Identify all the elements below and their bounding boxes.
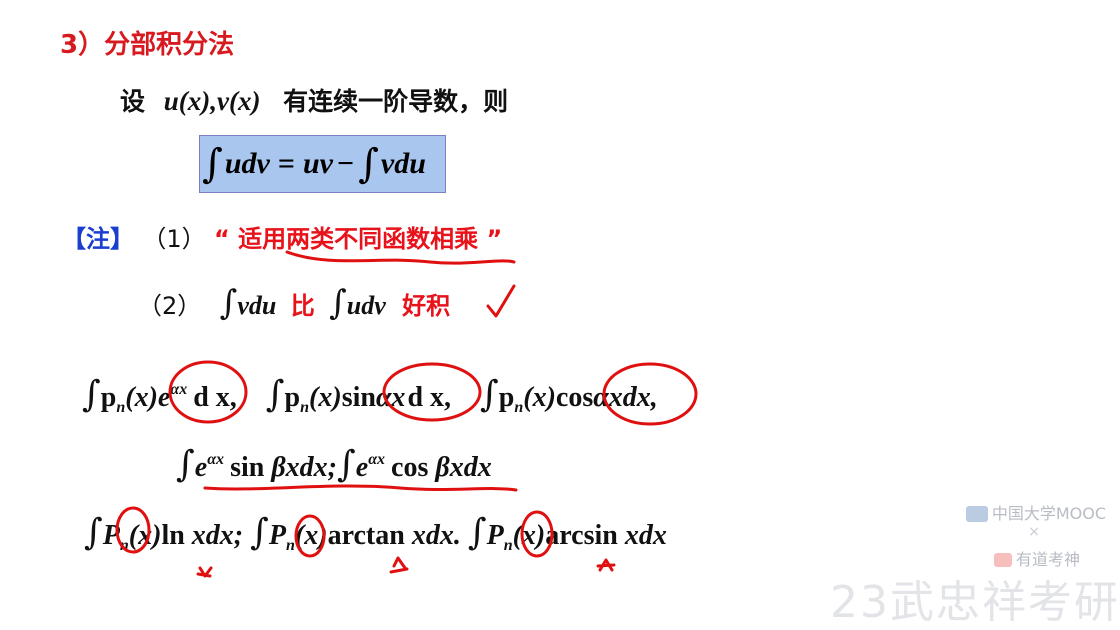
poly-p: P bbox=[102, 520, 120, 551]
poly-subscript: n bbox=[503, 537, 513, 554]
example-ln: ∫Pn(x)ln xdx; bbox=[84, 512, 250, 554]
example-row-3: ∫Pn(x)ln xdx; ∫Pn(x)arctan xdx. ∫Pn(x)ar… bbox=[84, 512, 667, 555]
differential: d x, bbox=[193, 382, 237, 413]
integral-sign: ∫ bbox=[219, 283, 238, 323]
example-row-1: ∫pn(x)eαx d x, ∫pn(x)sinαxd x, ∫pn(x)cosα… bbox=[82, 374, 658, 417]
differential: xdx bbox=[624, 520, 667, 551]
poly-subscript: n bbox=[119, 537, 129, 554]
intro-functions: u(x),v(x) bbox=[163, 86, 261, 116]
note-tag: 【注】 bbox=[62, 225, 134, 253]
example-arctan: ∫Pn(x)arctan xdx. bbox=[250, 512, 468, 554]
note-item-2-number: （2） bbox=[138, 292, 202, 320]
log-function: ln bbox=[161, 520, 185, 551]
integral-sign: ∫ bbox=[176, 444, 195, 485]
poly-p: P bbox=[486, 520, 504, 551]
note-item-2-udv: udv bbox=[346, 291, 386, 320]
tick-stroke bbox=[196, 566, 213, 578]
differential: xdx. bbox=[411, 520, 461, 551]
trig-function: sin bbox=[341, 382, 376, 413]
tick-stroke bbox=[389, 556, 409, 574]
poly-subscript: n bbox=[514, 399, 524, 416]
watermark-mooc: 中国大学MOOC bbox=[965, 500, 1106, 524]
integral-sign: ∫ bbox=[480, 374, 499, 415]
note-item-2-haoji: 好积 bbox=[402, 292, 451, 320]
poly-argument: (x) bbox=[309, 382, 342, 413]
checkmark-stroke bbox=[486, 284, 516, 318]
poly-p: p bbox=[100, 382, 117, 413]
note-item-1-text: 适用两类不同函数相乘 bbox=[238, 225, 479, 253]
inverse-trig-function: arcsin bbox=[545, 520, 618, 551]
integral-sign: ∫ bbox=[82, 374, 101, 415]
trig-function: cos bbox=[555, 382, 594, 413]
exp-power: αx bbox=[368, 451, 386, 468]
formula-minus: − bbox=[336, 147, 355, 180]
poly-argument: (x) bbox=[294, 520, 328, 551]
trig-function: sin bbox=[230, 452, 265, 483]
trig-argument: αx bbox=[375, 382, 406, 413]
youdao-logo-icon bbox=[993, 553, 1012, 567]
poly-subscript: n bbox=[300, 399, 310, 416]
integral-sign: ∫ bbox=[358, 141, 379, 187]
integration-by-parts-formula: ∫ udv = uv − ∫ vdu bbox=[199, 135, 446, 193]
integral-sign: ∫ bbox=[250, 512, 269, 553]
poly-p: p bbox=[284, 382, 301, 413]
trig-argument: αx bbox=[593, 382, 623, 413]
mooc-logo-icon bbox=[965, 506, 988, 522]
example-row-2: ∫eαx sin βxdx;∫eαx cos βxdx bbox=[176, 444, 492, 485]
intro-line: 设 u(x),v(x) 有连续一阶导数，则 bbox=[120, 82, 508, 118]
integral-sign: ∫ bbox=[265, 374, 285, 415]
watermark-times: × bbox=[1028, 524, 1040, 540]
underline-stroke bbox=[203, 484, 518, 492]
poly-subscript: n bbox=[116, 399, 126, 416]
formula-lhs: udv bbox=[224, 147, 270, 180]
example-3: ∫pn(x)cosαxdx, bbox=[480, 374, 658, 416]
watermark-course-text: 23武忠祥考研 bbox=[830, 577, 1120, 628]
example-arcsin: ∫Pn(x)arcsin xdx bbox=[468, 512, 667, 554]
differential: xdx; bbox=[191, 520, 244, 551]
exp-base: e bbox=[194, 452, 208, 483]
poly-argument: (x) bbox=[128, 520, 162, 551]
integral-sign: ∫ bbox=[84, 512, 103, 553]
integral-sign: ∫ bbox=[329, 283, 347, 323]
poly-argument: (x) bbox=[523, 382, 556, 413]
formula-uv: uv bbox=[302, 147, 333, 180]
inverse-trig-function: arctan bbox=[327, 520, 405, 551]
poly-argument: (x) bbox=[125, 382, 158, 413]
integral-sign: ∫ bbox=[467, 512, 487, 553]
note-item-1-open-quote: “ bbox=[214, 225, 230, 253]
note-item-2-vdu: vdu bbox=[237, 291, 277, 320]
trig-function: cos bbox=[391, 452, 429, 483]
differential: d x, bbox=[407, 382, 452, 413]
example-2: ∫pn(x)sinαxd x, bbox=[266, 374, 458, 416]
note-item-1: 【注】 （1） “ 适用两类不同函数相乘 ” bbox=[62, 219, 502, 254]
note-item-2: （2） ∫vdu 比 ∫udv 好积 bbox=[138, 283, 450, 323]
trig-argument: βxdx bbox=[435, 452, 492, 483]
exp-base: e bbox=[355, 452, 369, 483]
formula-equals: = bbox=[277, 147, 295, 180]
exp-power: αx bbox=[170, 381, 188, 398]
integral-sign: ∫ bbox=[336, 444, 356, 485]
trig-argument: βxdx; bbox=[271, 452, 337, 483]
poly-argument: (x) bbox=[512, 520, 546, 551]
poly-subscript: n bbox=[286, 537, 295, 554]
differential: dx, bbox=[622, 382, 658, 413]
example-1: ∫pn(x)eαx d x, bbox=[82, 374, 244, 416]
watermark-mooc-text: 中国大学MOOC bbox=[991, 504, 1106, 523]
section-title: 3）分部积分法 bbox=[60, 30, 235, 60]
formula-rhs: vdu bbox=[380, 147, 426, 180]
intro-prefix: 设 bbox=[120, 87, 146, 116]
exp-base: e bbox=[157, 382, 171, 413]
integral-sign: ∫ bbox=[202, 141, 223, 187]
note-item-1-close-quote: ” bbox=[486, 225, 503, 253]
poly-p: P bbox=[268, 520, 286, 551]
exp-power: αx bbox=[207, 451, 225, 468]
intro-suffix: 有连续一阶导数，则 bbox=[283, 87, 509, 116]
poly-p: p bbox=[498, 382, 515, 413]
tick-stroke bbox=[596, 558, 616, 572]
note-item-1-number: （1） bbox=[142, 225, 206, 253]
note-item-2-bi: 比 bbox=[290, 292, 315, 320]
